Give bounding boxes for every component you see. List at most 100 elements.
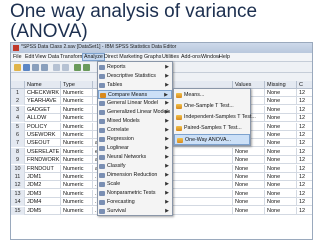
cell-columns[interactable]: 12 (297, 173, 312, 181)
cell-type[interactable]: Numeric (61, 122, 93, 131)
cell-missing[interactable]: None (265, 173, 297, 181)
cell-missing[interactable]: None (265, 206, 297, 215)
cell-name[interactable]: FRNDOUT (25, 164, 61, 173)
cell-columns[interactable]: 12 (297, 198, 312, 206)
row-number[interactable]: 2 (11, 97, 25, 106)
cell-missing[interactable]: None (265, 122, 297, 131)
row-number[interactable]: 10 (11, 164, 25, 173)
analyze-menu-item-mixed-models[interactable]: Mixed Models ▶ (98, 117, 172, 126)
cell-type[interactable]: Numeric (61, 89, 93, 97)
cell-columns[interactable]: 12 (297, 131, 312, 139)
cell-type[interactable]: Numeric (61, 198, 93, 207)
cell-missing[interactable]: None (265, 105, 297, 114)
menu-utilities[interactable]: Utilities (162, 54, 179, 60)
cell-missing[interactable]: None (265, 97, 297, 106)
cell-missing[interactable]: None (265, 131, 297, 139)
cell-values[interactable]: None (233, 147, 265, 156)
column-header-columns[interactable]: C (297, 81, 312, 89)
row-number[interactable]: 4 (11, 114, 25, 123)
row-number[interactable]: 7 (11, 139, 25, 148)
cell-columns[interactable]: 12 (297, 97, 312, 105)
row-number[interactable]: 9 (11, 156, 25, 165)
cell-columns[interactable]: 12 (297, 207, 312, 215)
cell-columns[interactable]: 12 (297, 123, 312, 131)
row-number[interactable]: 14 (11, 198, 25, 207)
menu-edit[interactable]: Edit (25, 54, 34, 60)
analyze-menu-item-forecasting[interactable]: Forecasting ▶ (98, 198, 172, 207)
cell-name[interactable]: JDM5 (25, 206, 61, 215)
cell-columns[interactable]: 12 (297, 181, 312, 189)
column-header-missing[interactable]: Missing (265, 81, 297, 89)
cell-name[interactable]: POLICY (25, 122, 61, 131)
cell-values[interactable]: None (233, 181, 265, 190)
cell-values[interactable]: None (233, 198, 265, 207)
row-number[interactable]: 6 (11, 131, 25, 139)
cell-missing[interactable]: None (265, 114, 297, 123)
compare-means-item-one-sample-t-test[interactable]: One-Sample T Test... (174, 101, 250, 112)
cell-type[interactable]: Numeric (61, 131, 93, 139)
cell-missing[interactable]: None (265, 189, 297, 198)
column-header-type[interactable]: Type (61, 81, 93, 89)
cell-missing[interactable]: None (265, 147, 297, 156)
cell-name[interactable]: USERELATE (25, 147, 61, 156)
cell-columns[interactable]: 12 (297, 190, 312, 198)
cell-columns[interactable]: 12 (297, 89, 312, 97)
analyze-menu-item-classify[interactable]: Classify ▶ (98, 162, 172, 171)
compare-means-item-paired-samples-t-test[interactable]: Paired-Samples T Test... (174, 123, 250, 134)
cell-type[interactable]: Numeric (61, 173, 93, 181)
cell-columns[interactable]: 12 (297, 156, 312, 164)
compare-means-item-independent-samples-t-test[interactable]: Independent-Samples T Test... (174, 112, 256, 123)
menu-graphs[interactable]: Graphs (144, 54, 161, 60)
menu-analyze[interactable]: Analyze (82, 53, 105, 61)
cell-name[interactable]: YEARHAVE (25, 97, 61, 106)
go-to-case-icon[interactable] (74, 64, 81, 71)
analyze-menu-item-dimension-reduction[interactable]: Dimension Reduction ▶ (98, 171, 172, 180)
compare-means-item-means[interactable]: Means... (174, 90, 250, 101)
cell-values[interactable]: None (233, 173, 265, 181)
cell-missing[interactable]: None (265, 198, 297, 207)
cell-type[interactable]: Numeric (61, 189, 93, 198)
cell-columns[interactable]: 12 (297, 139, 312, 147)
cell-type[interactable]: Numeric (61, 181, 93, 190)
analyze-menu-item-descriptive-statistics[interactable]: Descriptive Statistics ▶ (98, 72, 172, 81)
variables-icon[interactable] (83, 64, 90, 71)
cell-name[interactable]: ALLOW (25, 114, 61, 123)
cell-name[interactable]: FRNDWORK (25, 156, 61, 165)
analyze-menu-item-neural-networks[interactable]: Neural Networks ▶ (98, 153, 172, 162)
cell-missing[interactable]: None (265, 156, 297, 165)
cell-name[interactable]: JDM1 (25, 173, 61, 181)
undo-icon[interactable] (53, 64, 60, 71)
row-number[interactable]: 15 (11, 206, 25, 215)
print-icon[interactable] (32, 64, 39, 71)
menu-transform[interactable]: Transform (60, 54, 84, 60)
cell-type[interactable]: Numeric (61, 206, 93, 215)
compare-means-item-one-way-anova[interactable]: One-Way ANOVA... (174, 134, 250, 145)
cell-name[interactable]: USEWORK (25, 131, 61, 139)
cell-type[interactable]: Numeric (61, 139, 93, 148)
cell-missing[interactable]: None (265, 164, 297, 173)
row-number[interactable]: 12 (11, 181, 25, 190)
cell-type[interactable]: Numeric (61, 114, 93, 123)
row-number[interactable]: 13 (11, 189, 25, 198)
cell-missing[interactable]: None (265, 139, 297, 148)
cell-values[interactable]: None (233, 206, 265, 215)
analyze-menu-item-survival[interactable]: Survival ▶ (98, 207, 172, 216)
analyze-menu-item-loglinear[interactable]: Loglinear ▶ (98, 144, 172, 153)
analyze-menu-item-nonparametric-tests[interactable]: Nonparametric Tests ▶ (98, 189, 172, 198)
cell-values[interactable]: None (233, 164, 265, 173)
cell-type[interactable]: Numeric (61, 97, 93, 106)
analyze-menu-item-general-linear-model[interactable]: General Linear Model ▶ (98, 99, 172, 108)
row-number[interactable]: 5 (11, 122, 25, 131)
dialog-recall-icon[interactable] (41, 64, 48, 71)
cell-type[interactable]: Numeric (61, 105, 93, 114)
cell-columns[interactable]: 12 (297, 106, 312, 114)
menu-window[interactable]: Window (201, 54, 220, 60)
analyze-menu-item-scale[interactable]: Scale ▶ (98, 180, 172, 189)
cell-name[interactable]: JDM3 (25, 189, 61, 198)
cell-name[interactable]: USEOUT (25, 139, 61, 148)
cell-values[interactable]: None (233, 156, 265, 165)
row-number[interactable]: 1 (11, 89, 25, 97)
column-header-name[interactable]: Name (25, 81, 61, 89)
cell-name[interactable]: JDM4 (25, 198, 61, 207)
menu-add-ons[interactable]: Add-ons (181, 54, 201, 60)
